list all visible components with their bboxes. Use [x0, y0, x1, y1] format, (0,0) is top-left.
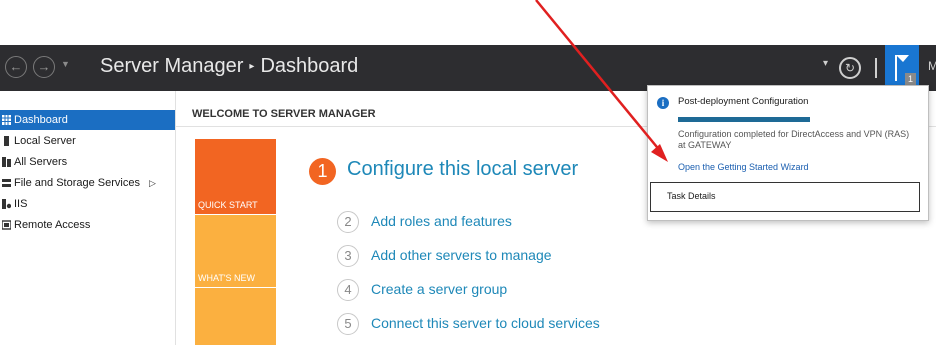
sidebar-item-label: All Servers [14, 156, 68, 168]
sidebar-item-all-servers[interactable]: All Servers [0, 152, 175, 172]
server-icon [4, 136, 9, 146]
task-details-button[interactable]: Task Details [650, 182, 920, 212]
whats-new-label: WHAT'S NEW [198, 273, 256, 283]
sidebar-item-label: Local Server [14, 135, 76, 147]
divider [875, 58, 877, 78]
sidebar-item-dashboard[interactable]: Dashboard [0, 110, 175, 130]
notification-popup: i Post-deployment Configuration Configur… [647, 85, 929, 221]
notification-title: Post-deployment Configuration [678, 96, 809, 107]
getting-started-wizard-link[interactable]: Open the Getting Started Wizard [678, 162, 809, 172]
create-server-group-link[interactable]: Create a server group [371, 281, 507, 297]
add-roles-link[interactable]: Add roles and features [371, 213, 512, 229]
sidebar-item-file-storage[interactable]: File and Storage Services ▷ [0, 173, 175, 193]
sidebar-item-iis[interactable]: IIS [0, 194, 175, 214]
sidebar-item-label: Remote Access [14, 219, 91, 231]
remote-access-icon [2, 220, 11, 230]
info-icon: i [657, 97, 669, 109]
breadcrumb-app[interactable]: Server Manager [100, 55, 243, 77]
quick-start-tile[interactable]: QUICK START [195, 139, 276, 214]
servers-icon [2, 157, 11, 167]
breadcrumb-separator: ▸ [249, 61, 255, 73]
connect-cloud-link[interactable]: Connect this server to cloud services [371, 315, 600, 331]
notification-count-badge: 1 [905, 73, 916, 85]
task-details-label: Task Details [667, 191, 716, 201]
sidebar-item-label: File and Storage Services [14, 177, 140, 189]
sidebar-item-label: Dashboard [14, 114, 68, 126]
storage-icon [2, 179, 11, 187]
iis-icon [2, 199, 11, 209]
progress-bar [678, 117, 810, 122]
chevron-down-icon[interactable]: ▼ [61, 59, 70, 69]
add-servers-link[interactable]: Add other servers to manage [371, 247, 552, 263]
sidebar-item-local-server[interactable]: Local Server [0, 131, 175, 151]
breadcrumb-page: Dashboard [260, 55, 359, 77]
dashboard-grid-icon [2, 115, 11, 125]
forward-arrow-icon[interactable]: → [33, 56, 55, 78]
breadcrumb: Server Manager ▸ Dashboard [100, 55, 358, 78]
step-number-4: 4 [337, 279, 359, 301]
sidebar: Dashboard Local Server All Servers File … [0, 91, 176, 345]
expand-arrow-icon[interactable]: ▷ [149, 173, 156, 193]
manage-menu-partial[interactable]: M [928, 59, 936, 73]
step-number-1: 1 [309, 158, 336, 185]
step-number-5: 5 [337, 313, 359, 335]
refresh-icon[interactable]: ↻ [839, 57, 861, 79]
step-number-2: 2 [337, 211, 359, 233]
sidebar-item-label: IIS [14, 198, 28, 210]
configure-local-server-link[interactable]: Configure this local server [347, 158, 578, 181]
back-arrow-icon[interactable]: ← [5, 56, 27, 78]
learn-more-tile[interactable] [195, 288, 276, 345]
step-number-3: 3 [337, 245, 359, 267]
dropdown-icon[interactable]: ▾ [823, 58, 828, 69]
welcome-heading: WELCOME TO SERVER MANAGER [192, 108, 376, 120]
quick-start-label: QUICK START [198, 200, 258, 210]
whats-new-tile[interactable]: WHAT'S NEW [195, 215, 276, 287]
notification-message: Configuration completed for DirectAccess… [678, 129, 910, 150]
sidebar-item-remote-access[interactable]: Remote Access [0, 215, 175, 235]
